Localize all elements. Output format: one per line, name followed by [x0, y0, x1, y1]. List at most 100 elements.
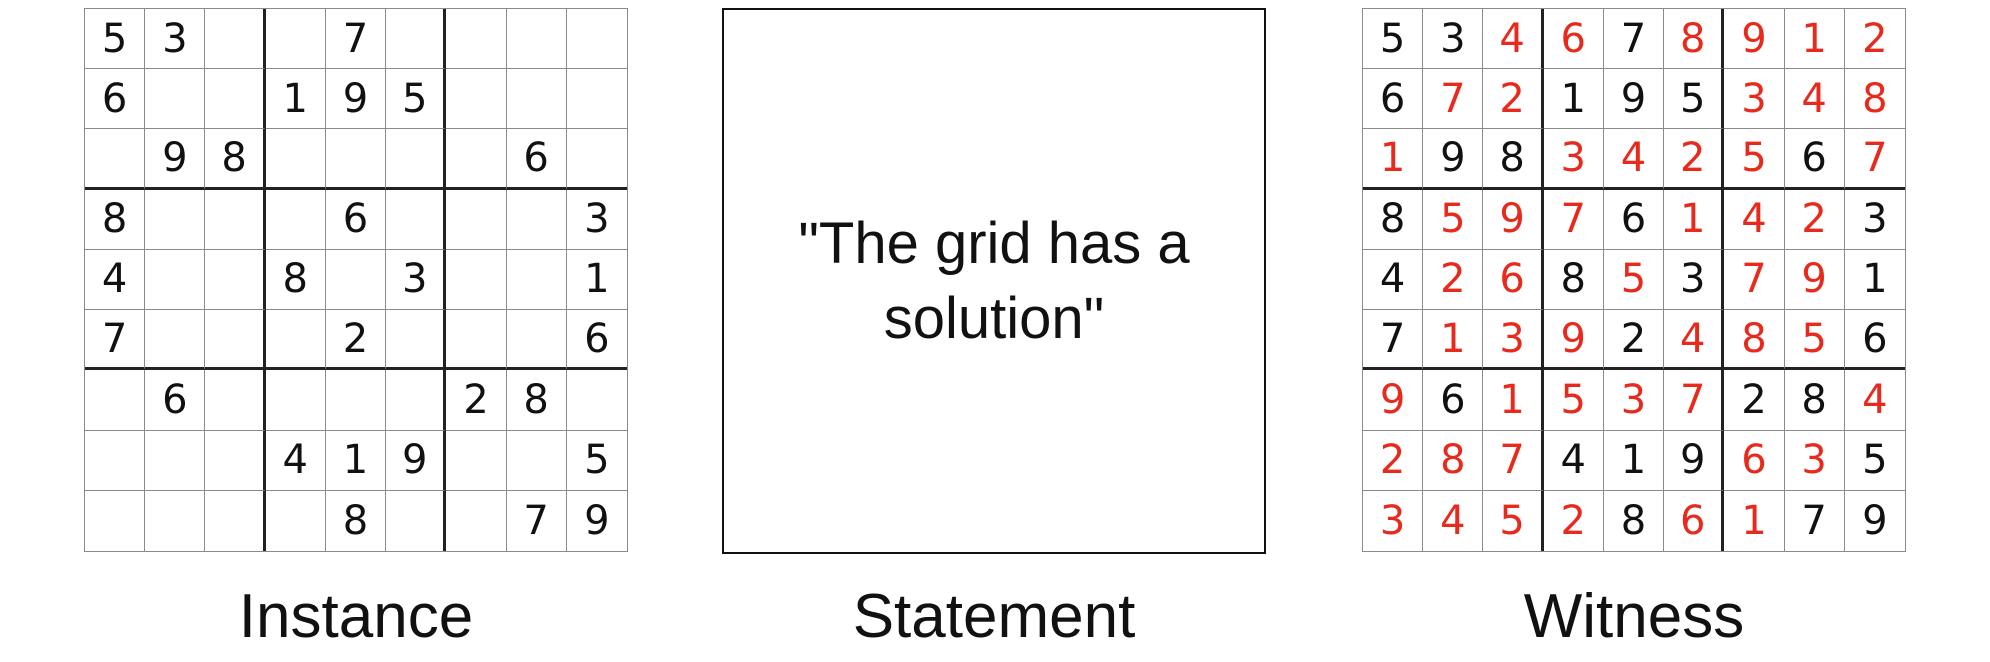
witness-cell: 6: [1664, 490, 1725, 551]
witness-cell: 2: [1724, 370, 1785, 431]
instance-cell: [325, 370, 387, 431]
witness-cell: 1: [1423, 310, 1484, 371]
instance-cell: 8: [326, 490, 387, 551]
witness-cell: 1: [1664, 189, 1725, 250]
instance-cell: [266, 490, 326, 551]
witness-cell: 4: [1543, 430, 1604, 491]
instance-cell: 9: [145, 129, 206, 190]
instance-cell: [446, 69, 507, 130]
instance-cell: [446, 9, 507, 70]
instance-cell: [205, 370, 266, 431]
instance-cell: [386, 129, 447, 190]
instance-panel: 537619598686348317266284195879: [84, 8, 628, 552]
instance-cell: [205, 310, 266, 371]
witness-cell: 4: [1603, 129, 1665, 190]
instance-cell: [386, 9, 447, 70]
instance-cell: 5: [85, 9, 146, 70]
instance-cell: 1: [265, 69, 326, 130]
statement-box: "The grid has a solution": [722, 8, 1266, 554]
witness-cell: 4: [1784, 69, 1845, 130]
instance-cell: 6: [85, 69, 146, 130]
witness-cell: 8: [1363, 189, 1424, 250]
witness-cell: 7: [1543, 189, 1604, 250]
witness-cell: 5: [1844, 431, 1905, 491]
instance-cell: [566, 9, 627, 70]
instance-cell: [145, 189, 206, 250]
instance-cell: 5: [386, 69, 447, 130]
witness-cell: 2: [1423, 249, 1484, 311]
instance-cell: [506, 430, 567, 491]
instance-cell: 6: [506, 129, 567, 190]
instance-cell: 1: [566, 250, 627, 311]
witness-cell: 8: [1784, 370, 1845, 431]
witness-cell: 3: [1603, 370, 1665, 431]
witness-cell: 2: [1664, 129, 1725, 190]
witness-cell: 7: [1363, 310, 1424, 371]
instance-cell: 3: [566, 190, 627, 250]
instance-cell: [205, 430, 266, 491]
witness-cell: 5: [1543, 370, 1604, 431]
instance-cell: 8: [506, 370, 567, 431]
witness-cell: 6: [1784, 129, 1845, 190]
witness-sudoku-grid: 5346789126721953481983425678597614234268…: [1362, 8, 1906, 552]
instance-cell: 9: [386, 430, 447, 491]
witness-cell: 6: [1363, 69, 1424, 130]
witness-cell: 5: [1664, 69, 1725, 130]
witness-cell: 1: [1543, 69, 1604, 130]
statement-caption: Statement: [852, 582, 1136, 651]
instance-cell: 5: [566, 431, 627, 491]
instance-cell: [386, 310, 447, 371]
witness-cell: 3: [1664, 249, 1725, 311]
witness-cell: 5: [1363, 9, 1424, 70]
instance-sudoku-grid: 537619598686348317266284195879: [84, 8, 628, 552]
witness-cell: 8: [1483, 129, 1544, 190]
witness-cell: 8: [1664, 9, 1725, 70]
witness-panel: 5346789126721953481983425678597614234268…: [1362, 8, 1906, 552]
instance-cell: 2: [325, 310, 387, 371]
instance-cell: [205, 69, 266, 130]
instance-cell: [566, 370, 627, 431]
instance-cell: [265, 129, 326, 190]
instance-cell: [265, 9, 326, 70]
instance-cell: [446, 490, 507, 551]
witness-cell: 3: [1724, 69, 1785, 130]
instance-cell: [85, 490, 146, 551]
instance-cell: 6: [325, 189, 387, 250]
witness-cell: 9: [1423, 129, 1484, 190]
instance-cell: [265, 370, 326, 431]
witness-caption: Witness: [1523, 582, 1745, 651]
witness-cell: 5: [1724, 129, 1785, 190]
witness-cell: 9: [1724, 9, 1785, 70]
witness-cell: 5: [1603, 249, 1665, 311]
witness-cell: 7: [1844, 129, 1905, 190]
witness-cell: 8: [1844, 69, 1905, 130]
instance-caption: Instance: [238, 582, 474, 651]
witness-cell: 6: [1423, 370, 1484, 431]
instance-cell: 4: [265, 430, 326, 491]
witness-cell: 8: [1604, 490, 1665, 551]
witness-cell: 1: [1844, 250, 1905, 311]
witness-cell: 9: [1664, 430, 1725, 491]
instance-cell: [446, 430, 507, 491]
instance-cell: [446, 249, 507, 311]
instance-cell: 8: [85, 189, 146, 250]
witness-cell: 4: [1844, 370, 1905, 431]
instance-cell: [566, 129, 627, 190]
witness-cell: 4: [1724, 189, 1785, 250]
witness-cell: 2: [1784, 189, 1845, 250]
witness-cell: 9: [1363, 370, 1424, 431]
instance-cell: [85, 129, 146, 190]
instance-cell: [145, 69, 206, 130]
instance-cell: 4: [85, 249, 146, 311]
instance-cell: 2: [446, 370, 507, 431]
witness-cell: 3: [1844, 190, 1905, 250]
witness-cell: 7: [1724, 249, 1785, 311]
witness-cell: 6: [1543, 9, 1604, 70]
witness-cell: 1: [1363, 129, 1424, 190]
witness-cell: 4: [1363, 249, 1424, 311]
instance-cell: [205, 490, 266, 551]
witness-cell: 2: [1483, 69, 1544, 130]
statement-panel: "The grid has a solution": [722, 8, 1266, 554]
witness-cell: 9: [1862, 497, 1888, 544]
witness-cell: 6: [1844, 310, 1905, 371]
